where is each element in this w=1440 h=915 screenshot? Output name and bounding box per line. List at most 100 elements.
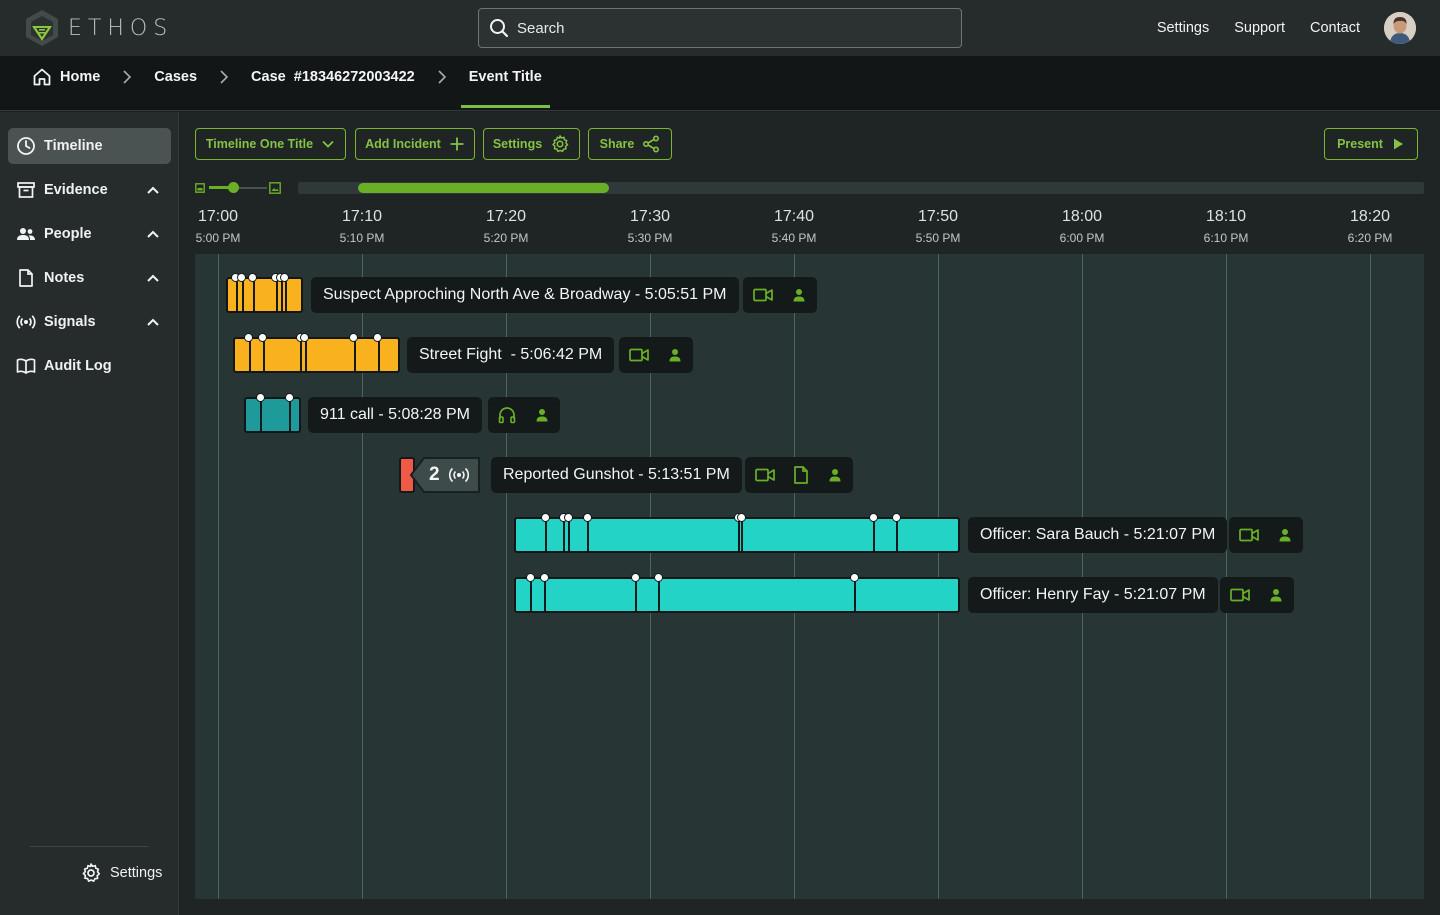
evidence-marker[interactable] — [850, 573, 859, 582]
chevron-up-icon[interactable] — [145, 314, 161, 330]
chevron-up-icon[interactable] — [145, 270, 161, 286]
evidence-marker[interactable] — [300, 333, 309, 342]
video-camera-icon[interactable] — [755, 467, 775, 483]
chevron-up-icon[interactable] — [145, 226, 161, 242]
evidence-marker[interactable] — [526, 573, 535, 582]
person-icon[interactable] — [667, 347, 683, 363]
zoom-slider-handle[interactable] — [228, 182, 239, 193]
sidebar-item-audit-log[interactable]: Audit Log — [8, 348, 171, 384]
evidence-marker[interactable] — [349, 333, 358, 342]
time-tick: 17:00 5:00 PM — [178, 208, 258, 245]
chevron-down-icon — [322, 140, 334, 148]
time-tick-24h: 17:00 — [197, 208, 239, 225]
breadcrumb-cases[interactable]: Cases — [154, 69, 197, 85]
timeline-overview-scrollbar[interactable] — [298, 182, 1424, 194]
video-camera-icon[interactable] — [1230, 587, 1250, 603]
evidence-marker[interactable] — [373, 333, 382, 342]
time-tick: 18:00 6:00 PM — [1042, 208, 1122, 245]
video-camera-icon[interactable] — [1239, 527, 1259, 543]
breadcrumb-case-label: Case #18346272003422 — [251, 69, 415, 85]
person-icon[interactable] — [1277, 527, 1293, 543]
present-button[interactable]: Present — [1324, 128, 1418, 160]
breadcrumb-event[interactable]: Event Title — [460, 69, 550, 108]
top-nav-support-link[interactable]: Support — [1234, 20, 1285, 36]
search-icon — [490, 19, 509, 38]
evidence-marker[interactable] — [564, 513, 573, 522]
chevron-right-icon — [437, 69, 447, 85]
sidebar-item-evidence[interactable]: Evidence — [8, 172, 171, 208]
time-tick-24h: 17:10 — [341, 208, 383, 225]
timeline-settings-button[interactable]: Settings — [483, 128, 580, 160]
evidence-marker[interactable] — [244, 333, 253, 342]
evidence-marker[interactable] — [285, 393, 294, 402]
event-bar-911-call[interactable] — [244, 393, 301, 433]
sidebar-settings-label: Settings — [110, 865, 163, 881]
time-tick: 18:20 6:20 PM — [1330, 208, 1410, 245]
evidence-marker[interactable] — [654, 573, 663, 582]
evidence-marker[interactable] — [280, 273, 289, 282]
sidebar-item-label: Evidence — [44, 182, 108, 198]
event-label[interactable]: Suspect Approching North Ave & Broadway … — [311, 277, 739, 313]
event-label[interactable]: 911 call - 5:08:28 PM — [308, 397, 483, 433]
person-icon[interactable] — [1268, 587, 1284, 603]
sidebar-item-signals[interactable]: Signals — [8, 304, 171, 340]
sidebar-item-notes[interactable]: Notes — [8, 260, 171, 296]
evidence-marker[interactable] — [248, 273, 257, 282]
sidebar-item-timeline[interactable]: Timeline — [8, 128, 171, 164]
user-avatar[interactable] — [1384, 12, 1416, 44]
event-bar-officer-sara-bauch[interactable] — [514, 513, 960, 553]
event-bar-suspect[interactable] — [226, 273, 303, 313]
event-evidence-icons — [743, 277, 817, 313]
top-nav-settings-link[interactable]: Settings — [1157, 20, 1209, 36]
document-icon[interactable] — [793, 466, 809, 484]
headphones-icon[interactable] — [498, 406, 516, 424]
sidebar-settings-link[interactable]: Settings — [80, 862, 162, 884]
person-icon[interactable] — [791, 287, 807, 303]
signal-group[interactable]: 2 — [399, 457, 481, 493]
event-label[interactable]: Reported Gunshot - 5:13:51 PM — [491, 457, 742, 493]
present-label: Present — [1337, 137, 1383, 151]
sidebar-item-label: Signals — [44, 314, 96, 330]
video-camera-icon[interactable] — [629, 347, 649, 363]
breadcrumb: Home Cases Case #18346272003422 Event Ti… — [32, 56, 550, 108]
add-incident-label: Add Incident — [365, 137, 441, 151]
chevron-up-icon[interactable] — [145, 182, 161, 198]
event-label[interactable]: Officer: Henry Fay - 5:21:07 PM — [968, 577, 1218, 613]
evidence-marker[interactable] — [631, 573, 640, 582]
event-label[interactable]: Street Fight - 5:06:42 PM — [407, 337, 615, 373]
event-bar-street-fight[interactable] — [233, 333, 400, 373]
evidence-marker[interactable] — [258, 333, 267, 342]
evidence-marker[interactable] — [737, 513, 746, 522]
play-icon — [1393, 138, 1403, 150]
time-tick-24h: 17:40 — [773, 208, 815, 225]
evidence-marker[interactable] — [256, 393, 265, 402]
event-label[interactable]: Officer: Sara Bauch - 5:21:07 PM — [968, 517, 1228, 553]
evidence-marker[interactable] — [583, 513, 592, 522]
event-bar-officer-henry-fay[interactable] — [514, 573, 960, 613]
timeline-title-dropdown[interactable]: Timeline One Title — [195, 128, 346, 160]
top-nav-contact-link[interactable]: Contact — [1310, 20, 1360, 36]
search-input[interactable] — [517, 19, 917, 37]
search-box[interactable] — [478, 8, 962, 48]
evidence-marker[interactable] — [541, 513, 550, 522]
timeline-overview-window[interactable] — [358, 183, 609, 193]
zoom-slider[interactable] — [195, 181, 283, 195]
time-tick-12h: 6:10 PM — [1203, 231, 1249, 245]
person-icon[interactable] — [827, 467, 843, 483]
person-icon[interactable] — [534, 407, 550, 423]
time-tick-24h: 18:10 — [1205, 208, 1247, 225]
evidence-marker[interactable] — [237, 273, 246, 282]
evidence-marker[interactable] — [869, 513, 878, 522]
time-tick-12h: 6:00 PM — [1059, 231, 1105, 245]
evidence-marker[interactable] — [892, 513, 901, 522]
ethos-logo[interactable]: ETHOS — [22, 8, 173, 48]
share-button[interactable]: Share — [588, 128, 672, 160]
sidebar-item-people[interactable]: People — [8, 216, 171, 252]
evidence-marker[interactable] — [540, 573, 549, 582]
breadcrumb-home-label: Home — [60, 69, 101, 85]
breadcrumb-event-label: Event Title — [468, 69, 542, 85]
breadcrumb-home[interactable]: Home — [32, 67, 100, 87]
breadcrumb-case[interactable]: Case #18346272003422 — [251, 69, 415, 85]
add-incident-button[interactable]: Add Incident — [355, 128, 475, 160]
video-camera-icon[interactable] — [753, 287, 773, 303]
